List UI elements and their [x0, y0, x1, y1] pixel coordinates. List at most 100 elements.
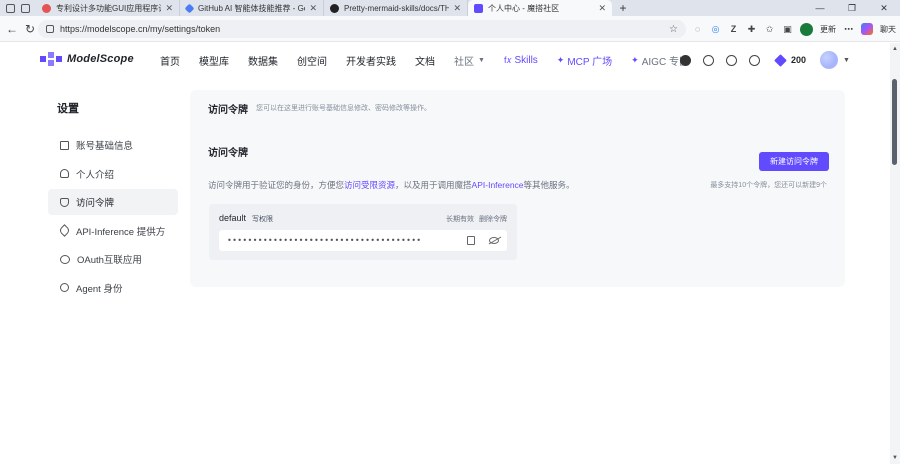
new-token-button[interactable]: 新建访问令牌: [759, 152, 829, 171]
tab-actions: [0, 0, 36, 16]
nav-community[interactable]: 社区 ▼: [454, 53, 485, 68]
page-title: 访问令牌: [208, 104, 248, 116]
nav-datasets[interactable]: 数据集: [248, 53, 278, 68]
nav-label: 社区: [454, 56, 474, 68]
token-value-field[interactable]: ••••••••••••••••••••••••••••••••••••••: [219, 230, 507, 251]
api-inference-link[interactable]: API-Inference: [472, 180, 524, 190]
nav-label: 模型库: [199, 56, 229, 68]
desc-text: 访问令牌用于验证您的身份，方便您: [208, 180, 345, 190]
language-icon[interactable]: [726, 54, 737, 66]
close-window-icon[interactable]: ✕: [868, 0, 900, 16]
search-icon[interactable]: [749, 54, 760, 66]
nav-studios[interactable]: 创空间: [297, 53, 327, 68]
profile-avatar[interactable]: [800, 22, 813, 36]
modelscope-favicon-icon: [474, 3, 483, 13]
extensions-puzzle-icon[interactable]: ✚: [746, 24, 757, 35]
back-icon[interactable]: ←: [3, 22, 21, 36]
sidebar-item-label: OAuth互联应用: [77, 255, 142, 266]
extension-icon[interactable]: Z: [728, 24, 739, 35]
url-text[interactable]: https://modelscope.cn/my/settings/token: [60, 24, 669, 34]
page-scrollbar[interactable]: ▲ ▼: [890, 43, 900, 464]
theme-sun-icon[interactable]: [703, 54, 714, 66]
modelscope-logo[interactable]: ModelScope: [40, 52, 134, 66]
chevron-down-icon[interactable]: ▼: [843, 57, 850, 64]
sidebar-item-account-info[interactable]: 账号基础信息: [48, 132, 178, 158]
tab-title: GitHub AI 智能体技能推荐 - Google: [198, 3, 305, 13]
address-bar[interactable]: https://modelscope.cn/my/settings/token …: [38, 20, 686, 38]
browser-tab-1[interactable]: 专利设计多功能GUI应用程序设计 ✕: [36, 0, 180, 16]
sparkle-icon: ✦: [631, 54, 639, 65]
nav-developer-practice[interactable]: 开发者实践: [346, 53, 396, 68]
sidebar-item-label: 账号基础信息: [76, 141, 134, 152]
tab-close-icon[interactable]: ✕: [165, 3, 173, 14]
eye-off-icon[interactable]: [489, 237, 499, 244]
nav-home[interactable]: 首页: [160, 53, 180, 68]
copilot-icon[interactable]: [861, 23, 873, 35]
header-actions: 200 ▼: [680, 43, 850, 77]
nav-docs[interactable]: 文档: [415, 53, 435, 68]
nav-label: MCP 广场: [567, 56, 613, 68]
minimize-icon[interactable]: —: [804, 0, 836, 16]
sidebar-item-label: API-Inference 提供方: [76, 226, 166, 238]
site-info-icon[interactable]: [46, 25, 54, 33]
nav-mcp[interactable]: ✦ MCP 广场: [557, 53, 612, 68]
sidebar-item-agent[interactable]: Agent 身份: [48, 275, 178, 301]
window-controls: — ❐ ✕: [804, 0, 900, 16]
credits-value: 200: [791, 55, 807, 65]
tab-close-icon[interactable]: ✕: [598, 3, 606, 14]
desc-text: 等其他服务。: [523, 180, 575, 190]
nav-models[interactable]: 模型库: [199, 53, 229, 68]
sidebar-item-profile[interactable]: 个人介绍: [48, 161, 178, 187]
user-avatar[interactable]: [820, 51, 839, 69]
workspaces-icon[interactable]: [6, 3, 15, 13]
scroll-down-icon[interactable]: ▼: [892, 455, 898, 461]
nav-label: 创空间: [297, 56, 327, 68]
sidebar-item-api-inference[interactable]: API-Inference 提供方: [48, 218, 178, 244]
token-name: default: [219, 213, 247, 223]
favorite-star-icon[interactable]: ☆: [669, 24, 678, 35]
page-description: 您可以在这里进行账号基础信息修改、密码修改等操作。: [256, 105, 431, 112]
browser-toolbar: ← ↻ https://modelscope.cn/my/settings/to…: [0, 16, 900, 42]
browser-tab-2[interactable]: GitHub AI 智能体技能推荐 - Google ✕: [180, 0, 324, 16]
settings-sidebar: 设置 账号基础信息 个人介绍 访问令牌 API-Inference 提供方 OA…: [48, 92, 178, 303]
extension-icon[interactable]: ◎: [710, 24, 721, 35]
update-button[interactable]: 更新: [820, 24, 836, 35]
credits-badge[interactable]: 200: [774, 53, 807, 67]
tab-title: 专利设计多功能GUI应用程序设计: [56, 3, 161, 13]
github-icon[interactable]: [680, 54, 691, 66]
nav-skills[interactable]: f𝑥 Skills: [504, 55, 538, 66]
scrollbar-thumb[interactable]: [892, 79, 897, 165]
browser-tab-4[interactable]: 个人中心 - 魔搭社区 ✕: [468, 0, 612, 16]
tab-list-icon[interactable]: [21, 3, 30, 13]
nav-label: 开发者实践: [346, 56, 396, 68]
page-banner: 访问令牌 您可以在这里进行账号基础信息修改、密码修改等操作。: [190, 90, 845, 126]
restricted-resources-link[interactable]: 访问受限资源: [344, 180, 395, 190]
tab-close-icon[interactable]: ✕: [453, 3, 461, 14]
nav-label: Skills: [514, 54, 538, 66]
extension-icon[interactable]: ◌: [692, 24, 703, 35]
tab-close-icon[interactable]: ✕: [309, 3, 317, 14]
refresh-icon[interactable]: ↻: [21, 22, 39, 36]
more-icon[interactable]: ⋯: [843, 24, 854, 35]
browser-tab-3[interactable]: Pretty-mermaid-skills/docs/THEM ✕: [324, 0, 468, 16]
browser-tab-bar: 专利设计多功能GUI应用程序设计 ✕ GitHub AI 智能体技能推荐 - G…: [0, 0, 900, 16]
nav-label: 文档: [415, 56, 435, 68]
tab-favicon-icon: [42, 3, 51, 13]
scroll-up-icon[interactable]: ▲: [892, 46, 898, 52]
link-icon: [60, 254, 70, 264]
maximize-icon[interactable]: ❐: [836, 0, 868, 16]
new-tab-button[interactable]: +: [612, 0, 634, 16]
sidebar-item-access-token[interactable]: 访问令牌: [48, 189, 178, 215]
section-title: 访问令牌: [208, 148, 248, 159]
collections-icon[interactable]: ▣: [782, 24, 793, 35]
delete-token-button[interactable]: 删除令牌: [479, 214, 507, 224]
chat-button[interactable]: 聊天: [880, 24, 896, 35]
bot-icon: [60, 283, 69, 292]
copy-icon[interactable]: [467, 236, 475, 245]
tab-favicon-icon: [184, 3, 195, 13]
extensions-row: ◌ ◎ Z ✚ ✩ ▣ 更新 ⋯ 聊天: [692, 20, 896, 38]
favorites-icon[interactable]: ✩: [764, 24, 775, 35]
sidebar-item-oauth[interactable]: OAuth互联应用: [48, 246, 178, 272]
document-icon: [60, 140, 69, 150]
token-expiry: 长期有效: [446, 216, 474, 223]
